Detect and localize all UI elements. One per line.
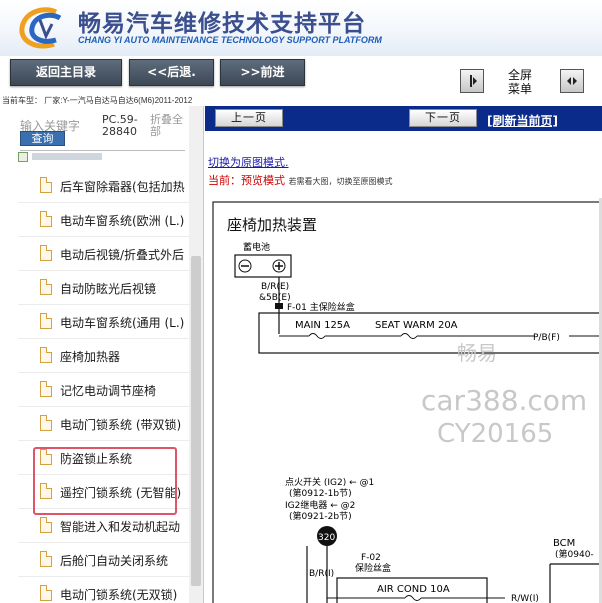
- connector-number: 320: [318, 533, 335, 543]
- menu-item[interactable]: 电动后视镜/折叠式外后: [18, 237, 190, 271]
- menu-item[interactable]: 电动车窗系统(欧洲 (L.): [18, 203, 190, 237]
- wire-br-e: B/R(E): [261, 282, 289, 292]
- menu-item-label: 电动门锁系统(无双锁): [60, 588, 178, 602]
- forward-button[interactable]: >>前进: [220, 59, 305, 86]
- menu-item-label: 电动车窗系统(通用 (L.): [60, 316, 185, 330]
- menu-item[interactable]: 记忆电动调节座椅: [18, 373, 190, 407]
- pc-code: PC.59-28840: [102, 113, 138, 138]
- current-mode-hint: 若需看大图，切换至原图模式: [288, 177, 393, 186]
- document-icon: [40, 313, 52, 329]
- main-fuse-label: MAIN 125A: [295, 320, 350, 331]
- wire-rw: R/W(I): [511, 594, 539, 603]
- collapse-menu-button[interactable]: [460, 69, 484, 93]
- site-title: 畅易汽车维修技术支持平台: [78, 11, 366, 37]
- wire-5b-e: &5B(E): [259, 293, 291, 303]
- menu-item-label: 自动防眩光后视镜: [60, 282, 157, 296]
- seat-warm-fuse-label: SEAT WARM 20A: [375, 320, 458, 331]
- ignition-ref: (第0912-1b节): [289, 487, 352, 499]
- switch-original-mode-link[interactable]: 切换为原图模式.: [208, 154, 289, 170]
- expand-arrows-icon: [567, 77, 577, 85]
- current-mode-value: 预览模式: [241, 174, 285, 187]
- battery-label: 蓄电池: [243, 241, 270, 253]
- wire-br-i: B/R(I): [309, 569, 334, 579]
- refresh-page-link[interactable]: [刷新当前页]: [487, 112, 558, 129]
- menu-item-label: 记忆电动调节座椅: [60, 384, 157, 398]
- current-mode: 当前：预览模式 若需看大图，切换至原图模式: [208, 172, 393, 188]
- fuse-box-f02: F-02: [361, 553, 381, 563]
- arrow-right-icon: [470, 75, 477, 87]
- menu-item[interactable]: 电动门锁系统(无双锁): [18, 577, 190, 603]
- watermark-2: car388.com: [421, 384, 587, 417]
- menu-item-label: 电动门锁系统 (带双锁): [60, 418, 182, 432]
- document-icon: [40, 517, 52, 533]
- fuse-box-f02-name: 保险丝盒: [355, 562, 391, 574]
- menu-item[interactable]: 电动车窗系统(通用 (L.): [18, 305, 190, 339]
- ig2-ref: (第0921-2b节): [289, 510, 352, 522]
- tree-node-icon[interactable]: [18, 152, 28, 162]
- fuse-box-main: F-01 主保险丝盒: [287, 301, 355, 313]
- bcm-ref: (第0940-: [555, 548, 594, 560]
- left-menu-panel: 输入关键字 查询 PC.59-28840 折叠全部 后车窗除霜器(包括加热 电动车…: [0, 106, 204, 603]
- site-subtitle: CHANG YI AUTO MAINTENANCE TECHNOLOGY SUP…: [78, 35, 382, 45]
- current-prefix: 当前：: [208, 174, 241, 187]
- wiring-diagram: 座椅加热装置 蓄电池 B/R(E) &5B(E) F-01 主保险丝盒 MAIN…: [212, 201, 602, 603]
- logo-icon: [19, 7, 62, 49]
- menu-item-label: 智能进入和发动机起动: [60, 520, 181, 534]
- watermark-1: 畅易: [457, 341, 497, 365]
- document-icon: [40, 551, 52, 567]
- menu-item-label: 电动车窗系统(欧洲 (L.): [60, 214, 185, 228]
- watermark-3: CY20165: [437, 419, 553, 449]
- document-icon: [40, 347, 52, 363]
- next-page-button[interactable]: 下一页: [409, 109, 477, 127]
- left-scrollbar-thumb[interactable]: [191, 256, 201, 586]
- document-icon: [40, 585, 52, 601]
- document-icon: [40, 245, 52, 261]
- menu-item-label: 座椅加热器: [60, 350, 121, 364]
- back-button[interactable]: <<后退.: [129, 59, 214, 86]
- content-panel: 上一页 下一页 [刷新当前页] 切换为原图模式. 当前：预览模式 若需看大图，切…: [205, 106, 602, 603]
- document-icon: [40, 177, 52, 193]
- ig2-relay: IG2继电器 ← @2: [285, 499, 355, 511]
- menu-item[interactable]: 电动门锁系统 (带双锁): [18, 407, 190, 441]
- collapse-all-link[interactable]: 折叠全部: [150, 114, 190, 138]
- ignition-switch: 点火开关 (IG2) ← @1: [285, 476, 374, 488]
- document-icon: [40, 279, 52, 295]
- menu-item[interactable]: 后车窗除霜器(包括加热: [18, 169, 190, 203]
- bcm-label: BCM: [553, 538, 575, 549]
- prev-page-button[interactable]: 上一页: [215, 109, 283, 127]
- document-icon: [40, 415, 52, 431]
- tree-root-label[interactable]: [32, 153, 102, 160]
- menu-item[interactable]: 自动防眩光后视镜: [18, 271, 190, 305]
- fullscreen-menu-label[interactable]: 全屏 菜单: [496, 68, 544, 96]
- page-toolbar: 上一页 下一页 [刷新当前页]: [205, 106, 602, 131]
- home-button[interactable]: 返回主目录: [10, 59, 122, 86]
- menu-item-label: 后舱门自动关闭系统: [60, 554, 169, 568]
- wire-pb-f: P/B(F): [533, 333, 560, 343]
- diagram-title: 座椅加热装置: [227, 216, 317, 234]
- header: 畅易汽车维修技术支持平台 CHANG YI AUTO MAINTENANCE T…: [0, 0, 602, 56]
- search-button[interactable]: 查询: [20, 131, 65, 146]
- document-icon: [40, 381, 52, 397]
- highlight-box: [33, 447, 177, 515]
- expand-menu-button[interactable]: [560, 69, 584, 93]
- document-icon: [40, 211, 52, 227]
- menu-item[interactable]: 后舱门自动关闭系统: [18, 543, 190, 577]
- vehicle-info: 当前车型： 厂家:Y-一汽马自达马自达6(M6)2011-2012: [2, 96, 193, 105]
- menu-item[interactable]: 座椅加热器: [18, 339, 190, 373]
- menu-item-label: 电动后视镜/折叠式外后: [60, 248, 185, 262]
- aircond-fuse-label: AIR COND 10A: [377, 584, 450, 595]
- left-scrollbar[interactable]: [189, 106, 203, 603]
- menu-item-label: 后车窗除霜器(包括加热: [60, 180, 185, 194]
